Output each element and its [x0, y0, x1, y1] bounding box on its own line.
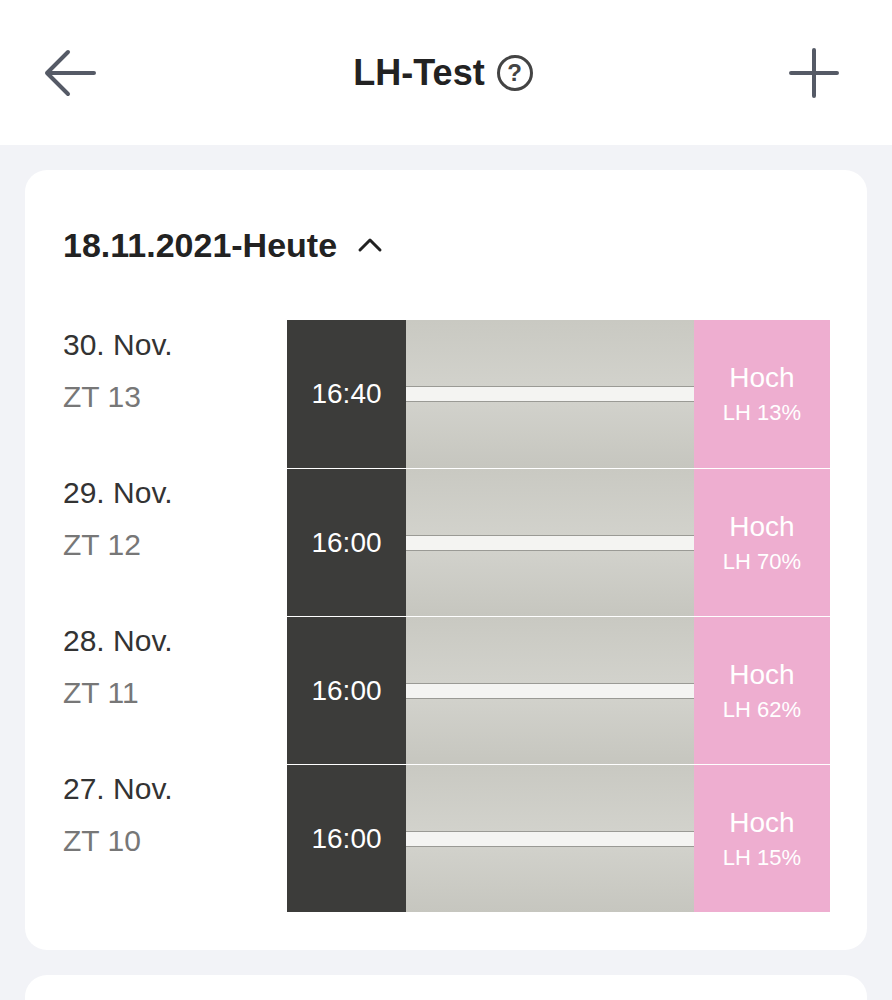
cycle-day: ZT 13 [63, 380, 287, 414]
test-time: 16:00 [311, 527, 381, 559]
test-row[interactable]: 29. Nov. ZT 12 16:00 Hoch LH 70% [63, 468, 830, 616]
test-time: 16:00 [311, 675, 381, 707]
lh-value: LH 70% [723, 549, 801, 575]
result-label: Hoch [729, 362, 794, 394]
page-title: LH-Test [353, 52, 484, 94]
top-bar: LH-Test? [0, 0, 892, 145]
test-row[interactable]: 28. Nov. ZT 11 16:00 Hoch LH 62% [63, 616, 830, 764]
lh-value: LH 15% [723, 845, 801, 871]
strip-photo [406, 320, 694, 468]
result-badge: Hoch LH 15% [694, 765, 830, 912]
test-image[interactable]: 16:00 Hoch LH 15% [287, 764, 830, 912]
cycle-day: ZT 12 [63, 528, 287, 562]
result-label: Hoch [729, 807, 794, 839]
time-overlay: 16:00 [287, 469, 406, 616]
result-badge: Hoch LH 13% [694, 320, 830, 468]
title-group: LH-Test? [353, 52, 532, 94]
result-label: Hoch [729, 659, 794, 691]
test-strip [406, 831, 694, 847]
lh-value: LH 13% [723, 400, 801, 426]
test-row[interactable]: 27. Nov. ZT 10 16:00 Hoch LH 15% [63, 764, 830, 912]
test-strip [406, 535, 694, 551]
result-badge: Hoch LH 62% [694, 617, 830, 764]
test-image[interactable]: 16:40 Hoch LH 13% [287, 320, 830, 468]
time-overlay: 16:40 [287, 320, 406, 468]
lh-test-card: 18.11.2021-Heute 30. Nov. ZT 13 16:40 Hoch LH… [25, 170, 867, 950]
test-time: 16:00 [311, 823, 381, 855]
test-date: 28. Nov. [63, 624, 287, 658]
section-header[interactable]: 18.11.2021-Heute [63, 222, 830, 268]
caret-icon[interactable] [357, 232, 383, 258]
lh-value: LH 62% [723, 697, 801, 723]
test-strip [406, 386, 694, 402]
row-dates: 29. Nov. ZT 12 [63, 468, 287, 616]
test-date: 29. Nov. [63, 476, 287, 510]
help-icon[interactable]: ? [497, 55, 533, 91]
time-overlay: 16:00 [287, 617, 406, 764]
test-strip [406, 683, 694, 699]
add-icon[interactable] [788, 47, 840, 99]
result-badge: Hoch LH 70% [694, 469, 830, 616]
cycle-day: ZT 10 [63, 824, 287, 858]
test-list: 30. Nov. ZT 13 16:40 Hoch LH 13% 29. Nov. ZT 1… [63, 320, 830, 912]
test-date: 27. Nov. [63, 772, 287, 806]
strip-photo [406, 617, 694, 764]
section-title: 18.11.2021-Heute [63, 226, 337, 265]
test-image[interactable]: 16:00 Hoch LH 62% [287, 616, 830, 764]
test-row[interactable]: 30. Nov. ZT 13 16:40 Hoch LH 13% [63, 320, 830, 468]
cycle-day: ZT 11 [63, 676, 287, 710]
row-dates: 28. Nov. ZT 11 [63, 616, 287, 764]
time-overlay: 16:00 [287, 765, 406, 912]
row-dates: 30. Nov. ZT 13 [63, 320, 287, 468]
next-card [25, 975, 867, 1000]
result-label: Hoch [729, 511, 794, 543]
row-dates: 27. Nov. ZT 10 [63, 764, 287, 912]
test-time: 16:40 [311, 378, 381, 410]
strip-photo [406, 765, 694, 912]
strip-photo [406, 469, 694, 616]
test-date: 30. Nov. [63, 328, 287, 362]
test-image[interactable]: 16:00 Hoch LH 70% [287, 468, 830, 616]
back-arrow-icon[interactable] [42, 48, 98, 98]
